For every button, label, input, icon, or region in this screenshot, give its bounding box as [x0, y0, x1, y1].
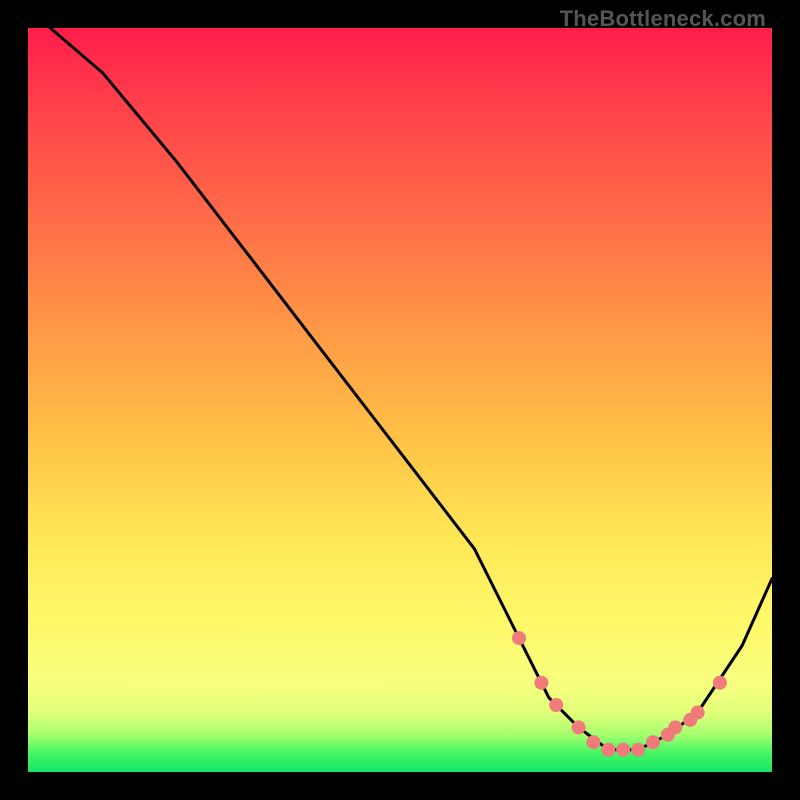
- plot-area: [28, 28, 772, 772]
- highlight-marker: [668, 720, 682, 734]
- curve-line: [50, 28, 772, 750]
- highlight-marker: [601, 743, 615, 757]
- highlight-marker: [586, 735, 600, 749]
- highlight-marker: [534, 676, 548, 690]
- highlight-marker: [713, 676, 727, 690]
- highlight-marker: [616, 743, 630, 757]
- highlight-marker: [512, 631, 526, 645]
- chart-svg: [28, 28, 772, 772]
- highlight-marker: [646, 735, 660, 749]
- chart-container: TheBottleneck.com: [0, 0, 800, 800]
- highlight-marker: [572, 720, 586, 734]
- highlight-marker: [691, 706, 705, 720]
- highlight-marker: [549, 698, 563, 712]
- highlight-marker: [631, 743, 645, 757]
